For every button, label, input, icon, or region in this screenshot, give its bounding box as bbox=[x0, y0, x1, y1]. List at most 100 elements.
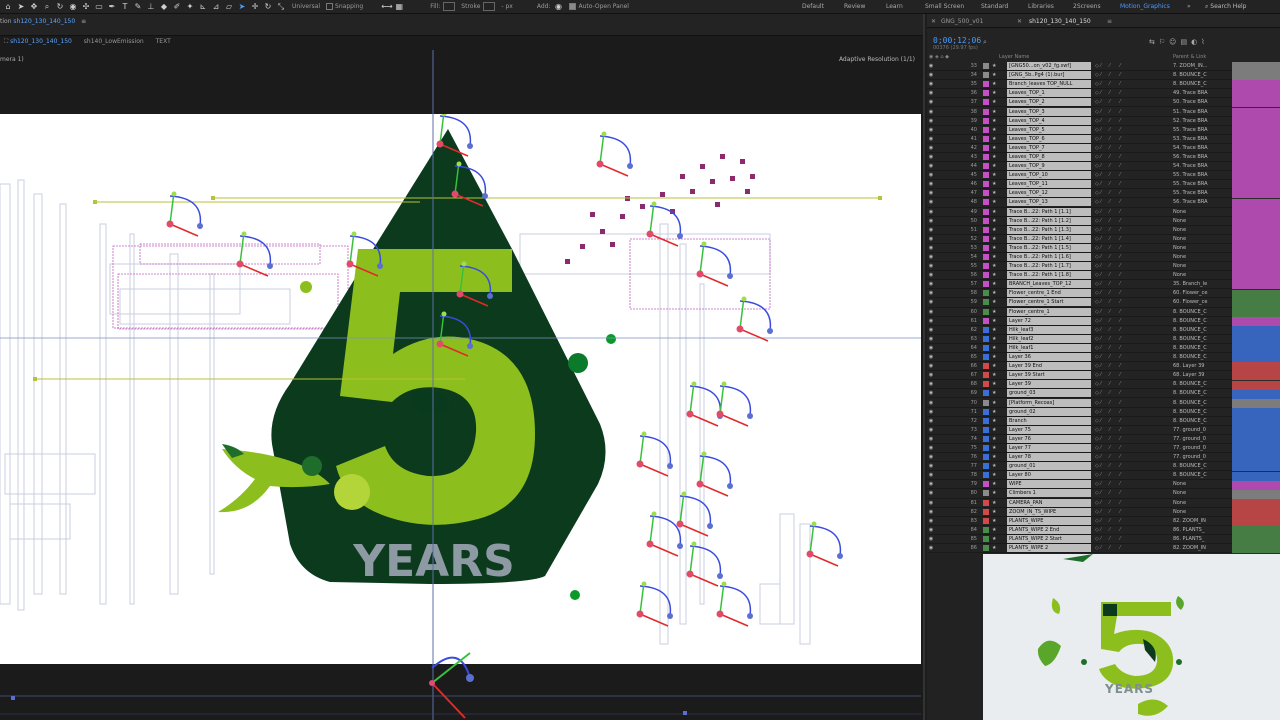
layer-switches[interactable]: ◇ ⁄ ⁄ ⁄ bbox=[1095, 81, 1163, 87]
parent-link-select[interactable]: None bbox=[1173, 272, 1217, 278]
layer-switches[interactable]: ◇ ⁄ ⁄ ⁄ bbox=[1095, 154, 1163, 160]
workspace-libraries[interactable]: Libraries bbox=[1028, 3, 1054, 10]
eye-icon[interactable]: ◉ bbox=[927, 418, 935, 424]
rotate-mode-icon[interactable]: ↻ bbox=[263, 2, 273, 12]
eye-icon[interactable]: ◉ bbox=[927, 463, 935, 469]
eye-icon[interactable]: ◉ bbox=[927, 509, 935, 515]
eye-icon[interactable]: ◉ bbox=[927, 436, 935, 442]
layer-duration-bar[interactable] bbox=[1232, 207, 1280, 217]
layer-row[interactable]: ◉ 42 ★ Leaves_TOP_7 ◇ ⁄ ⁄ ⁄ 54. Trace BRA bbox=[927, 143, 1232, 153]
workspace-small-screen[interactable]: Small Screen bbox=[925, 3, 964, 10]
layer-duration-bar[interactable] bbox=[1232, 462, 1280, 472]
layer-row[interactable]: ◉ 62 ★ Hilk_leaf3 ◇ ⁄ ⁄ ⁄ 8. BOUNCE_C bbox=[927, 325, 1232, 335]
parent-link-select[interactable]: 8. BOUNCE_C bbox=[1173, 400, 1217, 406]
parent-link-select[interactable]: 77. ground_0 bbox=[1173, 436, 1217, 442]
shy-icon[interactable]: ☺ bbox=[1169, 38, 1180, 46]
layer-name[interactable]: Hilk_leaf2 bbox=[1007, 334, 1091, 343]
layer-switches[interactable]: ◇ ⁄ ⁄ ⁄ bbox=[1095, 536, 1163, 542]
auto-open-panel-checkbox[interactable] bbox=[569, 3, 577, 10]
layer-name[interactable]: Leaves_TOP_6 bbox=[1007, 134, 1091, 143]
layer-switches[interactable]: ◇ ⁄ ⁄ ⁄ bbox=[1095, 245, 1163, 251]
parent-link-select[interactable]: None bbox=[1173, 490, 1217, 496]
eye-icon[interactable]: ◉ bbox=[927, 145, 935, 151]
eye-icon[interactable]: ◉ bbox=[927, 99, 935, 105]
layer-row[interactable]: ◉ 48 ★ Leaves_TOP_13 ◇ ⁄ ⁄ ⁄ 56. Trace BRA bbox=[927, 198, 1232, 208]
layer-duration-bar[interactable] bbox=[1232, 298, 1280, 308]
eye-icon[interactable]: ◉ bbox=[927, 490, 935, 496]
label-color-swatch[interactable] bbox=[983, 317, 989, 324]
layer-row[interactable]: ◉ 40 ★ Leaves_TOP_5 ◇ ⁄ ⁄ ⁄ 55. Trace BRA bbox=[927, 125, 1232, 135]
layer-switches[interactable]: ◇ ⁄ ⁄ ⁄ bbox=[1095, 90, 1163, 96]
layer-row[interactable]: ◉ 56 ★ Trace B...22: Path 1 [1.8] ◇ ⁄ ⁄ ⁄ Non… bbox=[927, 271, 1232, 281]
parent-link-select[interactable]: 55. Trace BRA bbox=[1173, 127, 1217, 133]
eye-icon[interactable]: ◉ bbox=[927, 236, 935, 242]
layer-row[interactable]: ◉ 51 ★ Trace B...22: Path 1 [1.3] ◇ ⁄ ⁄ ⁄ Non… bbox=[927, 225, 1232, 235]
label-color-swatch[interactable] bbox=[983, 381, 989, 388]
layer-switches[interactable]: ◇ ⁄ ⁄ ⁄ bbox=[1095, 236, 1163, 242]
layer-switches[interactable]: ◇ ⁄ ⁄ ⁄ bbox=[1095, 509, 1163, 515]
label-color-swatch[interactable] bbox=[983, 117, 989, 124]
label-color-swatch[interactable] bbox=[983, 254, 989, 261]
parent-link-select[interactable]: 8. BOUNCE_C bbox=[1173, 318, 1217, 324]
layer-row[interactable]: ◉ 46 ★ Leaves_TOP_11 ◇ ⁄ ⁄ ⁄ 55. Trace BRA bbox=[927, 180, 1232, 190]
layer-name[interactable]: Layer 76 bbox=[1007, 434, 1091, 443]
layer-duration-bar[interactable] bbox=[1232, 244, 1280, 253]
layer-name[interactable]: PLANTS_WIPE 2 End bbox=[1007, 525, 1091, 534]
label-color-swatch[interactable] bbox=[983, 81, 989, 88]
label-color-swatch[interactable] bbox=[983, 372, 989, 379]
snapping-checkbox[interactable] bbox=[326, 3, 334, 10]
parent-link-select[interactable]: 8. BOUNCE_C bbox=[1173, 345, 1217, 351]
eye-icon[interactable]: ◉ bbox=[927, 263, 935, 269]
label-color-swatch[interactable] bbox=[983, 226, 989, 233]
label-color-swatch[interactable] bbox=[983, 390, 989, 397]
layer-duration-bar[interactable] bbox=[1232, 271, 1280, 281]
layer-duration-bar[interactable] bbox=[1232, 389, 1280, 399]
layer-row[interactable]: ◉ 84 ★ PLANTS_WIPE 2 End ◇ ⁄ ⁄ ⁄ 86. PLANTS_ bbox=[927, 525, 1232, 535]
frame-blend-icon[interactable]: ▤ bbox=[1180, 38, 1191, 46]
layer-duration-bar[interactable] bbox=[1232, 498, 1280, 508]
rectangle-tool-icon[interactable]: ▭ bbox=[94, 2, 104, 12]
layer-name[interactable]: Leaves_TOP_12 bbox=[1007, 189, 1091, 198]
layer-duration-bar[interactable] bbox=[1232, 89, 1280, 99]
layer-name[interactable]: Layer 78 bbox=[1007, 453, 1091, 462]
layer-name[interactable]: Trace B...22: Path 1 [1.5] bbox=[1007, 243, 1091, 252]
motion-blur-icon[interactable]: ◐ bbox=[1191, 38, 1201, 46]
stroke-swatch[interactable] bbox=[483, 2, 496, 11]
layer-name[interactable]: ground_01 bbox=[1007, 462, 1091, 471]
parent-link-select[interactable]: 8. BOUNCE_C bbox=[1173, 354, 1217, 360]
layer-row[interactable]: ◉ 75 ★ Layer 77 ◇ ⁄ ⁄ ⁄ 77. ground_0 bbox=[927, 443, 1232, 454]
layer-switches[interactable]: ◇ ⁄ ⁄ ⁄ bbox=[1095, 345, 1163, 351]
label-color-swatch[interactable] bbox=[983, 326, 989, 333]
label-color-swatch[interactable] bbox=[983, 108, 989, 115]
layer-row[interactable]: ◉ 60 ★ Flower_centre_1 ◇ ⁄ ⁄ ⁄ 8. BOUNCE_C bbox=[927, 307, 1232, 317]
eye-icon[interactable]: ◉ bbox=[927, 127, 935, 133]
parent-link-select[interactable]: 8. BOUNCE_C bbox=[1173, 309, 1217, 315]
parent-link-select[interactable]: 49. Trace BRA bbox=[1173, 90, 1217, 96]
tab-gng500[interactable]: GNG_500_v01 bbox=[941, 18, 983, 25]
eye-icon[interactable]: ◉ bbox=[927, 445, 935, 451]
layer-name[interactable]: Branch_leaves TOP_NULL bbox=[1007, 80, 1091, 89]
parent-link-select[interactable]: None bbox=[1173, 236, 1217, 242]
layer-row[interactable]: ◉ 34 ★ [GNG_5b..Pg4 (1).bur] ◇ ⁄ ⁄ ⁄ 8. BOUNC… bbox=[927, 71, 1232, 81]
layer-row[interactable]: ◉ 74 ★ Layer 76 ◇ ⁄ ⁄ ⁄ 77. ground_0 bbox=[927, 434, 1232, 444]
eye-icon[interactable]: ◉ bbox=[927, 72, 935, 78]
layer-duration-bar[interactable] bbox=[1232, 444, 1280, 454]
eye-icon[interactable]: ◉ bbox=[927, 109, 935, 115]
search-help[interactable]: ⌕ Search Help bbox=[1205, 2, 1279, 12]
layer-row[interactable]: ◉ 81 ★ CAMERA_PAN ◇ ⁄ ⁄ ⁄ None bbox=[927, 498, 1232, 508]
label-color-swatch[interactable] bbox=[983, 417, 989, 424]
layer-duration-bar[interactable] bbox=[1232, 71, 1280, 81]
parent-link-select[interactable]: 8. BOUNCE_C bbox=[1173, 381, 1217, 387]
eye-icon[interactable]: ◉ bbox=[927, 281, 935, 287]
layer-name[interactable]: Layer 39 Start bbox=[1007, 371, 1091, 380]
panel-menu-icon[interactable]: ≡ bbox=[81, 18, 86, 25]
eye-icon[interactable]: ◉ bbox=[927, 254, 935, 260]
parent-link-select[interactable]: 56. Trace BRA bbox=[1173, 154, 1217, 160]
layer-row[interactable]: ◉ 73 ★ Layer 75 ◇ ⁄ ⁄ ⁄ 77. ground_0 bbox=[927, 425, 1232, 435]
layer-duration-bar[interactable] bbox=[1232, 98, 1280, 108]
layer-duration-bar[interactable] bbox=[1232, 353, 1280, 363]
add-property-icon[interactable]: ◉ bbox=[553, 2, 563, 12]
layer-duration-bar[interactable] bbox=[1232, 489, 1280, 499]
layer-switches[interactable]: ◇ ⁄ ⁄ ⁄ bbox=[1095, 218, 1163, 224]
layer-name[interactable]: ground_02 bbox=[1007, 407, 1091, 416]
